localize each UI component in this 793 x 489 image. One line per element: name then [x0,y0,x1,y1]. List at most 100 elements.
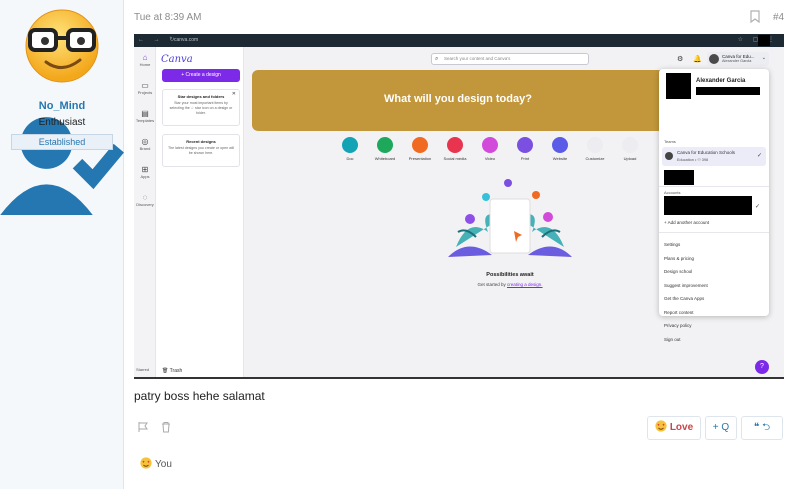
banner-title: What will you design today? [384,93,532,105]
empty-state-title: Possibilities await [486,272,534,278]
dropdown-menu-item: Sign out [664,336,681,342]
account-sub: Alexander Garcia [722,59,752,63]
user-column: No_Mind Enthusiast Established [0,0,124,489]
add-account-item: + Add another account [664,220,710,225]
rail-projects: ▭ Projects [135,81,155,95]
category-label: Upload [623,156,637,161]
category-icon [482,137,498,153]
star-card-desc: Star your most important items by select… [169,101,233,115]
avatar[interactable] [24,8,100,84]
chevron-down-icon: ⌄ [761,55,766,61]
check-icon: ✓ [756,153,762,159]
divider [659,186,769,187]
canva-account-button: Canva for Edu... Alexander Garcia ⌄ [707,52,769,66]
category-item: Whiteboard [367,137,403,161]
forum-post: No_Mind Enthusiast Established Tue at 8:… [0,0,793,489]
love-label: Love [669,422,694,433]
report-flag-icon[interactable] [137,421,149,433]
notification-bell-icon: 🔔 [693,56,702,63]
category-icon [517,137,533,153]
reactions-text: You [155,459,172,470]
divider [659,232,769,233]
love-reaction-button[interactable]: Love [647,416,701,440]
accounts-label: Accounts [664,190,681,195]
templates-icon: ▤ [141,109,149,118]
team-name: Canva for Education Schools [677,150,736,155]
category-label: Whiteboard [374,156,396,161]
rail-home: ⌂ Home [135,53,155,67]
search-icon: ⌕ [435,56,439,62]
canva-side-panel: Canva + Create a design ✕ Star designs a… [156,47,244,377]
design-banner: What will you design today? [252,70,664,131]
create-design-link: creating a design. [507,282,543,287]
category-icon [587,137,603,153]
category-item: Print [507,137,543,161]
category-item: Presentation [402,137,438,161]
heart-eyes-emoji-icon [140,457,152,469]
browser-url: canva.com [174,37,199,43]
category-item: Customize [577,137,613,161]
category-item: Video [472,137,508,161]
rail-apps: ⊞ Apps [135,165,155,179]
trash-item: 🗑 Trash [162,368,183,374]
category-label: Presentation [408,156,432,161]
category-icon [622,137,638,153]
create-design-button: + Create a design [162,69,240,82]
reply-arrow-icon: ⮌ [762,422,771,433]
rail-templates: ▤ Templates [135,109,155,123]
post-message: patry boss hehe salamat [134,389,265,403]
check-icon: ✓ [755,204,761,210]
quote-button[interactable]: + Q [705,416,737,440]
category-label: Social media [443,156,467,161]
redacted-email [696,87,760,95]
brand-icon: ◎ [141,137,149,146]
account-avatar [709,54,719,64]
category-label: Doc [346,156,354,161]
rail-starred: Starred [136,367,150,372]
username-link[interactable]: No_Mind [39,100,85,112]
team-avatar [665,152,673,160]
category-item: Website [542,137,578,161]
canva-rail: ⌂ Home ▭ Projects ▤ Templates ◎ Brand ⊞ Apps … [134,47,156,377]
category-label: Print [520,156,530,161]
team-item: Canva for Education Schools Education • … [662,147,766,166]
discovery-icon: ◌ [142,193,148,202]
category-item: Doc [332,137,368,161]
delete-icon[interactable] [160,421,172,433]
bookmark-icon[interactable] [750,10,760,23]
category-icon [447,137,463,153]
category-label: Website [552,156,568,161]
possibilities-illustration [448,179,572,257]
attached-screenshot[interactable]: ← → ↻ canva.com ☆ ▢ ⋮ ⌂Home ▭Projects ▤T… [134,34,784,379]
team-sub: Education • ⚇ 398 [677,158,709,162]
close-icon: ✕ [231,91,236,97]
quote-marks-icon: ❝ [753,422,760,433]
category-item: Social media [437,137,473,161]
dropdown-user-name: Alexander Garcia [696,78,746,84]
folder-icon: ▭ [141,81,149,90]
user-banner-badge: Established [11,134,113,150]
category-icon [342,137,358,153]
rail-brand: ◎ Brand [135,137,155,151]
dropdown-menu-item: Settings [664,242,681,247]
teams-label: Teams [664,139,676,144]
rail-discovery: ◌ Discovery [136,193,154,207]
redacted-account [664,196,752,215]
user-title: Enthusiast [38,117,86,128]
dropdown-menu-item: Design school [664,269,693,274]
redacted-block [664,170,694,185]
category-icon [552,137,568,153]
reply-button[interactable]: ❝ ⮌ [741,416,783,440]
category-label: Video [484,156,496,161]
post-timestamp[interactable]: Tue at 8:39 AM [134,12,201,23]
recent-card-title: Recent designs [186,139,216,144]
empty-state-desc: Get started by creating a design. [477,282,543,287]
reactions-summary[interactable]: You [140,457,172,470]
browser-nav-icons: ← → ↻ [138,37,179,43]
settings-gear-icon: ⚙ [677,56,684,63]
recent-card-desc: The latest designs you create or open wi… [167,146,235,155]
home-icon: ⌂ [142,53,148,62]
post-number[interactable]: #4 [773,12,784,23]
trash-icon: 🗑 [162,368,169,374]
account-dropdown: Alexander Garcia Teams Canva for Educati… [659,69,769,342]
